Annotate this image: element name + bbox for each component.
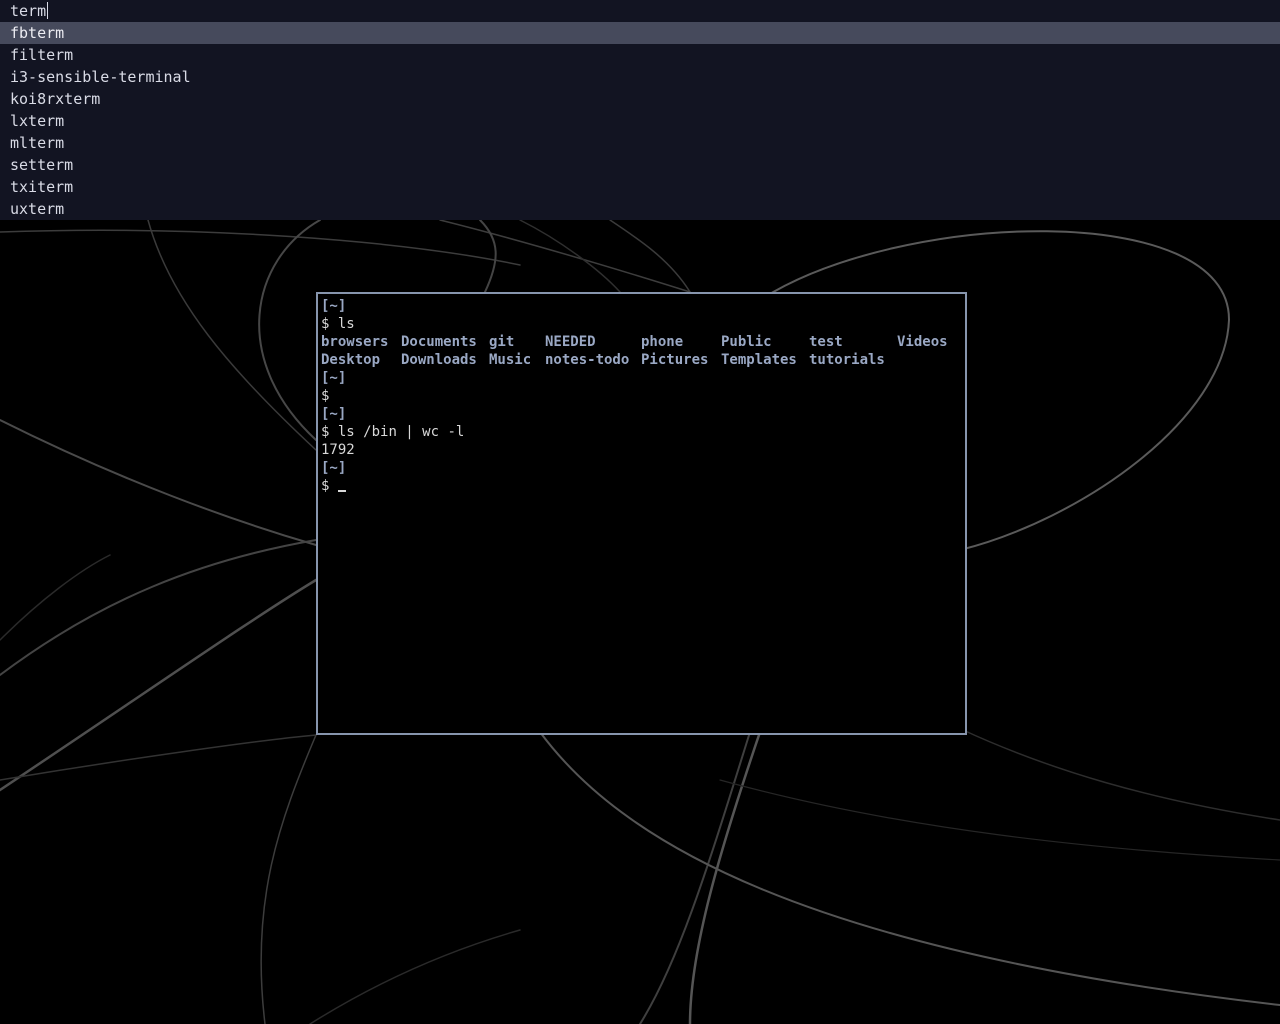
- ls-entry: notes-todo: [545, 352, 630, 368]
- launcher-result-txiterm[interactable]: txiterm: [0, 176, 1280, 198]
- cwd-label: [~]: [321, 406, 347, 422]
- launcher-result-setterm[interactable]: setterm: [0, 154, 1280, 176]
- ls-entry: Downloads: [401, 352, 477, 368]
- active-prompt-line[interactable]: $: [321, 477, 965, 495]
- command-text: ls: [337, 316, 355, 332]
- command-output: 1792: [321, 442, 355, 458]
- launcher-results-list: fbterm filterm i3-sensible-terminal koi8…: [0, 22, 1280, 220]
- ls-entry: Pictures: [641, 352, 709, 368]
- launcher-search-input[interactable]: term: [0, 0, 1280, 22]
- ls-entry: Templates: [721, 352, 797, 368]
- command-line: $ ls /bin | wc -l: [321, 423, 965, 441]
- launcher-query-text: term: [10, 2, 47, 20]
- launcher-result-koi8rxterm[interactable]: koi8rxterm: [0, 88, 1280, 110]
- command-line: $: [321, 387, 965, 405]
- ls-entry: phone: [641, 334, 684, 350]
- launcher-result-fbterm[interactable]: fbterm: [0, 22, 1280, 44]
- ls-entry: git: [489, 334, 515, 350]
- ls-output-row: Desktop Downloads Music notes-todo Pictures T…: [321, 351, 965, 369]
- app-launcher: term fbterm filterm i3-sensible-terminal…: [0, 0, 1280, 220]
- ls-entry: tutorials: [809, 352, 885, 368]
- launcher-result-i3-sensible-terminal[interactable]: i3-sensible-terminal: [0, 66, 1280, 88]
- prompt-symbol: $: [321, 424, 330, 440]
- ls-entry: browsers: [321, 334, 389, 350]
- ls-entry: Desktop: [321, 352, 381, 368]
- prompt-symbol: $: [321, 316, 330, 332]
- ls-output-row: browsers Documents git NEEDED phone Public tes…: [321, 333, 965, 351]
- command-line: $ ls: [321, 315, 965, 333]
- cwd-label: [~]: [321, 298, 347, 314]
- cwd-label: [~]: [321, 370, 347, 386]
- prompt-symbol: $: [321, 478, 330, 494]
- prompt-symbol: $: [321, 388, 330, 404]
- ls-entry: Documents: [401, 334, 477, 350]
- command-text: ls /bin | wc -l: [337, 424, 465, 440]
- text-caret: [47, 2, 49, 19]
- ls-entry: Music: [489, 352, 532, 368]
- ls-entry: Public: [721, 334, 772, 350]
- ls-entry: test: [809, 334, 843, 350]
- ls-entry: NEEDED: [545, 334, 596, 350]
- ls-entry: Videos: [897, 334, 948, 350]
- terminal-window[interactable]: [~] $ ls browsers Documents git NEEDED phone…: [316, 292, 967, 735]
- launcher-result-mlterm[interactable]: mlterm: [0, 132, 1280, 154]
- launcher-result-uxterm[interactable]: uxterm: [0, 198, 1280, 220]
- terminal-cursor: [337, 490, 346, 492]
- launcher-result-filterm[interactable]: filterm: [0, 44, 1280, 66]
- cwd-label: [~]: [321, 460, 347, 476]
- launcher-result-lxterm[interactable]: lxterm: [0, 110, 1280, 132]
